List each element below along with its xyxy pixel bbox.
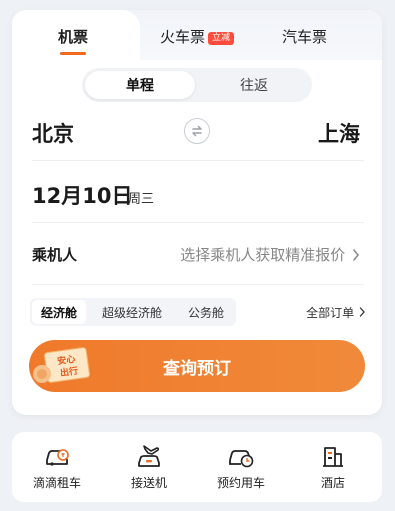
service-scheduled-car-label: 预约用车	[216, 476, 265, 490]
divider	[32, 160, 364, 161]
tab-bus-label: 汽车票	[282, 28, 328, 46]
passenger-label: 乘机人	[32, 246, 78, 264]
tab-train-label: 火车票	[160, 28, 206, 46]
service-car-rental[interactable]: 滴滴租车	[12, 438, 102, 491]
safe-travel-stamp-icon: 安心 出行	[33, 347, 90, 383]
search-button-label: 查询预订	[163, 358, 231, 379]
all-orders-link[interactable]: 全部订单	[306, 304, 366, 321]
hotel-icon	[323, 447, 343, 467]
service-hotel[interactable]: 酒店	[288, 438, 378, 491]
swap-icon	[192, 125, 202, 137]
chevron-right-icon	[353, 249, 359, 261]
cabin-business[interactable]: 公务舱	[178, 300, 234, 324]
ticket-tabs: 机票 火车票 立减 汽车票	[12, 10, 382, 62]
service-car-rental-label: 滴滴租车	[32, 476, 81, 490]
airport-transfer-icon	[138, 445, 160, 467]
trip-type-toggle: 单程 往返	[82, 68, 312, 102]
tab-active-indicator	[60, 52, 86, 55]
select-passenger-text: 选择乘机人获取精准报价	[180, 246, 346, 264]
booking-card: 机票 火车票 立减 汽车票 单程 往返 北京 上海 12月10日 周三 乘机人 选…	[12, 10, 382, 415]
divider	[32, 222, 364, 223]
cabin-class-selector: 经济舱 超级经济舱 公务舱	[30, 298, 236, 326]
tab-flight[interactable]: 机票	[58, 26, 88, 47]
departure-weekday: 周三	[128, 192, 155, 207]
tab-bus[interactable]: 汽车票	[282, 26, 327, 47]
service-hotel-label: 酒店	[320, 476, 345, 490]
tab-train[interactable]: 火车票 立减	[160, 26, 235, 47]
car-rental-icon	[46, 449, 69, 466]
discount-badge: 立减	[208, 32, 235, 45]
tab-flight-label: 机票	[58, 28, 89, 46]
one-way-option[interactable]: 单程	[85, 71, 195, 99]
arrival-city[interactable]: 上海	[318, 118, 360, 148]
chevron-right-icon	[359, 307, 365, 317]
divider	[32, 284, 364, 285]
scheduled-car-icon	[229, 450, 254, 468]
service-airport-transfer-label: 接送机	[130, 476, 167, 490]
services-bar: 滴滴租车 接送机 预约用车 酒店	[12, 432, 382, 502]
round-trip-option[interactable]: 往返	[199, 71, 309, 99]
all-orders-text: 全部订单	[306, 306, 355, 320]
departure-city[interactable]: 北京	[32, 118, 74, 148]
service-airport-transfer[interactable]: 接送机	[104, 438, 194, 491]
service-scheduled-car[interactable]: 预约用车	[196, 438, 286, 491]
swap-cities-button[interactable]	[184, 118, 210, 144]
cabin-economy[interactable]: 经济舱	[32, 300, 86, 324]
cabin-premium-economy[interactable]: 超级经济舱	[90, 300, 174, 324]
departure-date[interactable]: 12月10日	[32, 180, 132, 210]
select-passenger-link[interactable]: 选择乘机人获取精准报价	[180, 244, 360, 265]
